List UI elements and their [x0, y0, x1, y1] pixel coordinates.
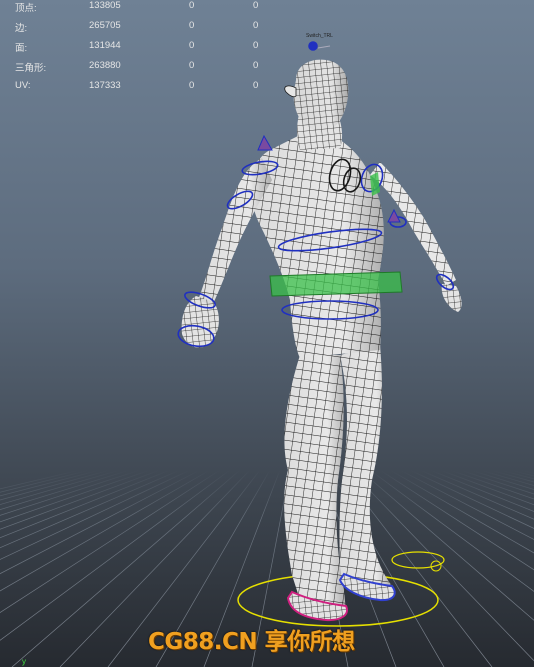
hud-value: 263880 — [89, 60, 121, 71]
hud-value: 265705 — [89, 20, 121, 31]
torso[interactable] — [251, 135, 384, 358]
axis-indicator-y: y — [22, 657, 26, 666]
legs[interactable] — [284, 345, 396, 622]
hud-label: 面: — [15, 43, 28, 54]
hud-label: 边: — [15, 23, 28, 34]
hud-label: 顶点: — [15, 3, 37, 14]
hud-value: 0 — [189, 60, 195, 71]
maya-viewport[interactable]: Switch_TRL 顶点: 133805 0 0 边: 265705 0 0 … — [0, 0, 534, 667]
hud-value: 0 — [253, 40, 259, 51]
watermark-text: CG88.CN 享你所想 — [148, 629, 355, 655]
hud-value: 131944 — [89, 40, 121, 51]
left-arm[interactable] — [181, 158, 272, 348]
polycount-hud: 顶点: 133805 0 0 边: 265705 0 0 面: 131944 0… — [0, 0, 534, 100]
hud-value: 0 — [253, 0, 259, 11]
hud-value: 0 — [189, 80, 195, 91]
hud-value: 0 — [253, 80, 259, 91]
hud-value: 133805 — [89, 0, 121, 11]
hud-label: UV: — [15, 80, 31, 91]
hud-value: 0 — [253, 20, 259, 31]
hud-label: 三角形: — [15, 63, 47, 74]
hud-value: 0 — [189, 40, 195, 51]
hud-value: 137333 — [89, 80, 121, 91]
hud-value: 0 — [189, 20, 195, 31]
hud-value: 0 — [189, 0, 195, 11]
hud-value: 0 — [253, 60, 259, 71]
character-mesh[interactable]: Switch_TRL — [0, 0, 534, 667]
